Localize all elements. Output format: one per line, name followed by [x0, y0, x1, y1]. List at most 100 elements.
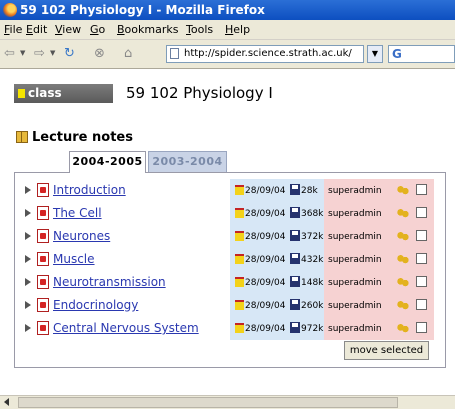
pdf-icon[interactable] [37, 321, 49, 335]
lecture-link[interactable]: Neurotransmission [53, 274, 166, 290]
floppy-disk-icon [290, 276, 300, 287]
floppy-disk-icon [290, 322, 300, 333]
upload-date: 28/09/04 [245, 186, 286, 196]
users-icon[interactable] [397, 208, 409, 219]
pdf-icon[interactable] [37, 206, 49, 220]
select-checkbox[interactable] [416, 184, 427, 195]
file-size: 28k [301, 186, 318, 196]
select-checkbox[interactable] [416, 230, 427, 241]
section-title: Lecture notes [32, 130, 133, 145]
book-icon [16, 131, 28, 143]
select-checkbox[interactable] [416, 322, 427, 333]
pdf-icon[interactable] [37, 183, 49, 197]
file-info-cell: 28/09/04 432k [230, 248, 324, 271]
pdf-icon[interactable] [37, 275, 49, 289]
owner-cell: superadmin [324, 202, 434, 225]
file-info-cell: 28/09/04 372k [230, 225, 324, 248]
move-selected-button[interactable]: move selected [344, 341, 429, 360]
expand-arrow-icon[interactable] [25, 324, 31, 332]
users-icon[interactable] [397, 300, 409, 311]
menu-bar: File Edit View Go Bookmarks Tools Help [0, 20, 455, 40]
home-icon[interactable]: ⌂ [124, 47, 132, 61]
list-item: Endocrinology 28/09/04 260k superadmin [15, 294, 445, 317]
floppy-disk-icon [290, 230, 300, 241]
floppy-disk-icon [290, 299, 300, 310]
menu-view[interactable]: View [55, 20, 81, 40]
users-icon[interactable] [397, 277, 409, 288]
list-item: Central Nervous System 28/09/04 972k sup… [15, 317, 445, 340]
stop-icon[interactable]: ⊗ [94, 47, 105, 61]
reload-icon[interactable]: ↻ [64, 47, 75, 61]
menu-help[interactable]: Help [225, 20, 250, 40]
select-checkbox[interactable] [416, 253, 427, 264]
expand-arrow-icon[interactable] [25, 278, 31, 286]
users-icon[interactable] [397, 323, 409, 334]
floppy-disk-icon [290, 184, 300, 195]
list-item: Neurotransmission 28/09/04 148k superadm… [15, 271, 445, 294]
menu-bookmarks[interactable]: Bookmarks [117, 20, 178, 40]
upload-date: 28/09/04 [245, 209, 286, 219]
calendar-icon [235, 208, 244, 218]
owner-name: superadmin [328, 232, 382, 242]
google-search-icon: G [392, 47, 402, 61]
class-label: class [28, 86, 62, 100]
file-info-cell: 28/09/04 148k [230, 271, 324, 294]
file-info-cell: 28/09/04 972k [230, 317, 324, 340]
pdf-icon[interactable] [37, 252, 49, 266]
expand-arrow-icon[interactable] [25, 255, 31, 263]
file-size: 148k [301, 278, 324, 288]
search-box[interactable]: G [388, 45, 455, 63]
lecture-link[interactable]: Endocrinology [53, 297, 138, 313]
list-item: Neurones 28/09/04 372k superadmin [15, 225, 445, 248]
url-input[interactable]: http://spider.science.strath.ac.uk/ [166, 45, 364, 63]
calendar-icon [235, 323, 244, 333]
forward-icon[interactable]: ⇨ [34, 47, 45, 61]
expand-arrow-icon[interactable] [25, 301, 31, 309]
yellow-marker-icon [18, 89, 25, 98]
pdf-icon[interactable] [37, 229, 49, 243]
users-icon[interactable] [397, 231, 409, 242]
menu-go[interactable]: Go [90, 20, 105, 40]
floppy-disk-icon [290, 253, 300, 264]
lecture-link[interactable]: Central Nervous System [53, 320, 199, 336]
expand-arrow-icon[interactable] [25, 186, 31, 194]
list-item: The Cell 28/09/04 368k superadmin [15, 202, 445, 225]
back-dropdown-icon[interactable]: ▼ [20, 49, 25, 57]
scroll-left-arrow-icon[interactable] [4, 398, 9, 406]
list-item: Muscle 28/09/04 432k superadmin [15, 248, 445, 271]
lecture-link[interactable]: Neurones [53, 228, 110, 244]
file-info-cell: 28/09/04 260k [230, 294, 324, 317]
owner-cell: superadmin [324, 294, 434, 317]
navigation-toolbar: ⇦ ▼ ⇨ ▼ ↻ ⊗ ⌂ http://spider.science.stra… [0, 40, 455, 69]
horizontal-scrollbar[interactable] [0, 395, 455, 409]
owner-name: superadmin [328, 186, 382, 196]
select-checkbox[interactable] [416, 207, 427, 218]
firefox-logo-icon [3, 3, 17, 17]
menu-file[interactable]: File [4, 20, 22, 40]
pdf-icon[interactable] [37, 298, 49, 312]
select-checkbox[interactable] [416, 276, 427, 287]
forward-dropdown-icon[interactable]: ▼ [50, 49, 55, 57]
lecture-list-panel: Introduction 28/09/04 28k superadmin The… [14, 172, 446, 368]
menu-tools[interactable]: Tools [186, 20, 213, 40]
lecture-link[interactable]: Introduction [53, 182, 126, 198]
users-icon[interactable] [397, 254, 409, 265]
lecture-link[interactable]: Muscle [53, 251, 95, 267]
list-item: Introduction 28/09/04 28k superadmin [15, 179, 445, 202]
owner-cell: superadmin [324, 271, 434, 294]
expand-arrow-icon[interactable] [25, 209, 31, 217]
calendar-icon [235, 277, 244, 287]
tab-2003-2004[interactable]: 2003-2004 [148, 151, 227, 173]
calendar-icon [235, 300, 244, 310]
menu-edit[interactable]: Edit [26, 20, 47, 40]
lecture-link[interactable]: The Cell [53, 205, 102, 221]
users-icon[interactable] [397, 185, 409, 196]
tab-2004-2005[interactable]: 2004-2005 [69, 151, 146, 173]
back-icon[interactable]: ⇦ [4, 47, 15, 61]
expand-arrow-icon[interactable] [25, 232, 31, 240]
upload-date: 28/09/04 [245, 301, 286, 311]
select-checkbox[interactable] [416, 299, 427, 310]
floppy-disk-icon [290, 207, 300, 218]
scrollbar-thumb[interactable] [18, 397, 398, 408]
url-dropdown-button[interactable]: ▼ [367, 45, 383, 63]
